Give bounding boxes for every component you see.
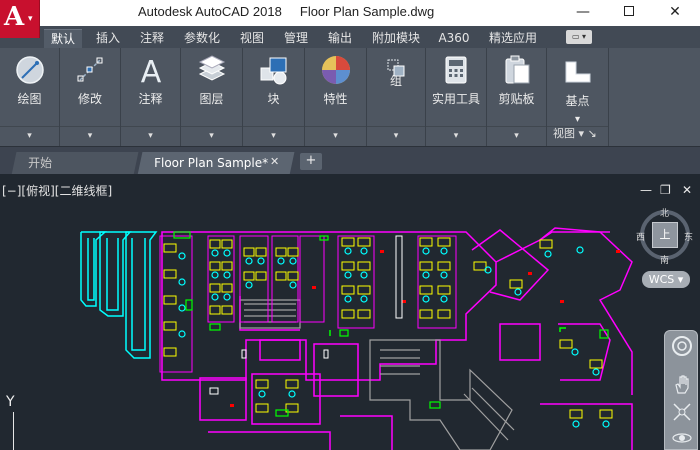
group-label: 组 [389, 74, 402, 88]
tab-addins[interactable]: 附加模块 [366, 29, 426, 48]
file-tab-bar: 开始 Floor Plan Sample* [0, 146, 700, 175]
compass-south[interactable]: 南 [660, 253, 669, 266]
steering-wheel-icon[interactable] [669, 335, 695, 359]
ribbon-display-toggle[interactable]: ▭ ▾ [566, 30, 592, 44]
chevron-down-icon[interactable]: ▾ [367, 131, 425, 141]
wcs-menu-button[interactable]: WCS ▾ [642, 271, 690, 288]
orbit-icon[interactable] [669, 427, 695, 450]
svg-text:A: A [140, 55, 161, 86]
utilities-icon [445, 56, 467, 84]
viewcube-top-face[interactable]: 上 [652, 222, 678, 248]
autocad-window: Autodesk AutoCAD 2018 Floor Plan Sample.… [0, 0, 700, 450]
ribbon-tab-bar: 默认 插入 注释 参数化 视图 管理 输出 附加模块 A360 精选应用 [0, 26, 700, 48]
ribbon-group-view[interactable]: 基点 ▾ 视图 ▾ ↘ [547, 48, 609, 146]
chevron-down-icon[interactable]: ▾ [305, 131, 366, 141]
tab-start-label: 开始 [28, 156, 53, 170]
window-title: Autodesk AutoCAD 2018 Floor Plan Sample.… [138, 4, 435, 19]
draw-icon [15, 56, 44, 84]
view-panel-title: 视图 [553, 127, 575, 140]
tab-default[interactable]: 默认 [44, 29, 82, 48]
view-panel-label[interactable]: 视图 ▾ ↘ [547, 127, 608, 140]
chevron-down-icon: ▾ [28, 14, 33, 24]
ribbon-group-group[interactable]: 组 ▾ [367, 48, 426, 146]
viewcube[interactable]: 上 北 南 东 西 [636, 206, 694, 266]
draw-label: 绘图 [17, 92, 42, 106]
tab-annotate[interactable]: 注释 [132, 29, 172, 48]
navigation-bar [664, 330, 698, 450]
tab-start[interactable]: 开始 [11, 152, 139, 175]
base-point-icon [565, 61, 590, 83]
title-bar: Autodesk AutoCAD 2018 Floor Plan Sample.… [0, 0, 700, 26]
block-icon [260, 57, 286, 85]
maximize-button[interactable] [606, 0, 652, 26]
pan-hand-icon[interactable] [669, 373, 695, 397]
chevron-down-icon[interactable]: ▾ [547, 114, 608, 125]
compass-west[interactable]: 西 [636, 230, 645, 243]
utilities-label: 实用工具 [431, 92, 480, 106]
ribbon-group-modify[interactable]: 修改 ▾ [60, 48, 121, 146]
tab-output[interactable]: 输出 [320, 29, 360, 48]
viewport-controls-label[interactable]: [−][俯视][二维线框] [2, 182, 112, 199]
modify-label: 修改 [77, 92, 102, 106]
close-button[interactable]: ✕ [652, 0, 698, 26]
viewport-restore-button[interactable]: ❐ [660, 183, 671, 197]
ucs-y-axis [13, 412, 14, 450]
tab-insert[interactable]: 插入 [88, 29, 128, 48]
chevron-down-icon[interactable]: ▾ [121, 131, 180, 141]
properties-label: 特性 [323, 92, 348, 106]
clipboard-label: 剪贴板 [498, 92, 535, 106]
compass-north[interactable]: 北 [660, 206, 669, 219]
annotation-label: 注释 [138, 92, 163, 106]
layers-label: 图层 [199, 92, 224, 106]
expand-icon: ↘ [587, 127, 597, 140]
chevron-down-icon[interactable]: ▾ [60, 131, 120, 141]
clipboard-icon [505, 55, 529, 84]
chevron-down-icon: ▾ [578, 127, 585, 140]
properties-icon [321, 56, 350, 84]
minimize-icon: — [576, 4, 590, 20]
ribbon-group-draw[interactable]: 绘图 ▾ [0, 48, 60, 146]
floor-plan-drawing [80, 227, 633, 450]
maximize-icon [624, 6, 634, 16]
ribbon-group-block[interactable]: 块 ▾ [243, 48, 305, 146]
modify-icon [77, 57, 103, 82]
chevron-down-icon[interactable]: ▾ [0, 131, 59, 141]
minimize-button[interactable]: — [560, 0, 606, 26]
tab-floor-plan-label: Floor Plan Sample* [154, 156, 269, 170]
viewport-minimize-button[interactable]: — [640, 183, 652, 197]
compass-east[interactable]: 东 [684, 230, 693, 243]
tab-view[interactable]: 视图 [232, 29, 272, 48]
base-point-label: 基点 [565, 94, 590, 108]
tab-parametric[interactable]: 参数化 [176, 29, 228, 48]
chevron-down-icon[interactable]: ▾ [181, 131, 242, 141]
chevron-down-icon[interactable]: ▾ [243, 131, 304, 141]
autocad-logo-icon: A [4, 2, 25, 32]
ribbon-group-properties[interactable]: 特性 ▾ [305, 48, 367, 146]
layers-icon [198, 55, 225, 81]
annotation-icon: A [140, 55, 161, 86]
ribbon-group-layers[interactable]: 图层 ▾ [181, 48, 243, 146]
tab-featured-apps[interactable]: 精选应用 [482, 29, 544, 48]
ribbon-group-utilities[interactable]: 实用工具 ▾ [426, 48, 487, 146]
zoom-extents-icon[interactable] [669, 401, 695, 425]
application-menu-button[interactable]: A ▾ [0, 0, 40, 38]
chevron-down-icon[interactable]: ▾ [426, 131, 486, 141]
tab-manage[interactable]: 管理 [276, 29, 316, 48]
close-tab-icon[interactable]: ✕ [270, 155, 279, 168]
tab-a360[interactable]: A360 [432, 29, 476, 48]
new-tab-button[interactable]: + [300, 153, 322, 170]
ribbon-group-clipboard[interactable]: 剪贴板 ▾ [487, 48, 547, 146]
ribbon-group-annotation[interactable]: A 注释 ▾ [121, 48, 181, 146]
block-label: 块 [267, 92, 280, 106]
close-icon: ✕ [669, 4, 681, 20]
ucs-y-label: Y [6, 394, 15, 410]
chevron-down-icon[interactable]: ▾ [487, 131, 546, 141]
drawing-canvas[interactable] [0, 174, 700, 450]
viewport-close-button[interactable]: ✕ [682, 183, 692, 197]
